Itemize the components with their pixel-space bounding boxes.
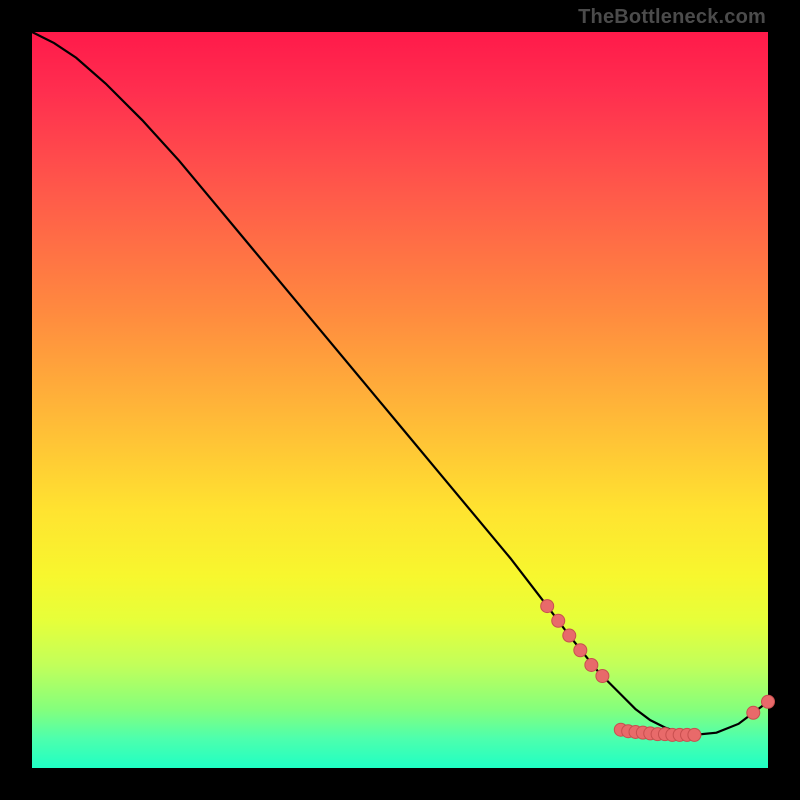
marker-group (541, 600, 775, 742)
data-marker (688, 728, 701, 741)
data-marker (762, 695, 775, 708)
data-marker (747, 706, 760, 719)
data-marker (563, 629, 576, 642)
chart-stage: { "watermark": "TheBottleneck.com", "col… (0, 0, 800, 800)
data-marker (596, 670, 609, 683)
watermark-label: TheBottleneck.com (578, 6, 766, 29)
data-marker (552, 614, 565, 627)
data-marker (585, 658, 598, 671)
bottleneck-curve (32, 32, 768, 735)
data-marker (541, 600, 554, 613)
chart-overlay (32, 32, 768, 768)
data-marker (574, 644, 587, 657)
